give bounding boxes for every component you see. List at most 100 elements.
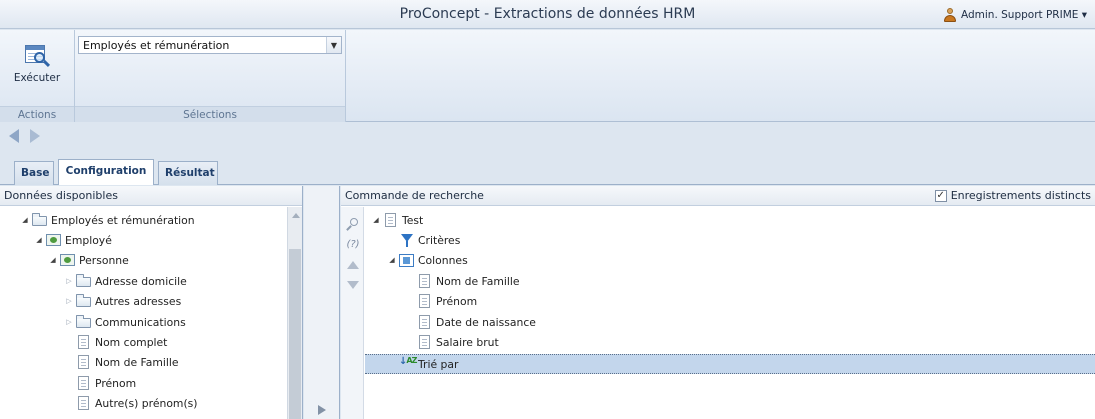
query-tree-label: Colonnes — [418, 253, 468, 267]
available-data-header: Données disponibles — [0, 186, 302, 206]
ribbon-group-selections: Employés et rémunération ▼ Sélections — [75, 30, 346, 122]
tree-item[interactable]: ▷ Communications — [64, 312, 186, 332]
tree-item-label: Adresse domicile — [95, 274, 187, 288]
transfer-strip — [304, 186, 340, 419]
tree-item-label: Prénom — [95, 376, 137, 390]
user-menu[interactable]: Admin. Support PRIME ▾ — [943, 8, 1087, 22]
expand-toggle-icon[interactable]: ◢ — [387, 256, 397, 264]
tree-item-label: Communications — [95, 315, 186, 329]
entity-icon — [60, 253, 76, 267]
actions-group-label: Actions — [0, 106, 74, 122]
tree-item[interactable]: Autre(s) prénom(s) — [74, 393, 198, 413]
tree-item[interactable]: ▷ Adresse domicile — [64, 271, 187, 291]
columns-icon — [399, 253, 415, 267]
forward-arrow-icon[interactable] — [30, 129, 44, 143]
tab-strip: Base Configuration Résultat — [0, 159, 1095, 185]
query-tree-item[interactable]: ◢ Test — [371, 210, 423, 230]
tree-item-label: Employé — [65, 233, 112, 247]
add-to-query-arrow-icon[interactable] — [318, 405, 326, 415]
help-icon[interactable]: (?) — [345, 237, 361, 253]
query-tree-label: Critères — [418, 233, 461, 247]
user-icon — [943, 8, 957, 22]
scrollbar-thumb[interactable] — [289, 249, 301, 419]
tree-item[interactable]: ◢ Employé — [34, 230, 112, 250]
tree-item[interactable]: Nom complet — [74, 332, 167, 352]
available-data-panel: Données disponibles ◢ Employés et rémuné… — [0, 186, 303, 419]
document-icon — [417, 315, 433, 329]
tree-item[interactable]: ◢ Personne — [48, 250, 129, 270]
tree-item-label: Nom complet — [95, 335, 168, 349]
folder-icon — [76, 294, 92, 308]
tree-item-label: Personne — [79, 253, 129, 267]
query-tree-item[interactable]: Nom de Famille — [415, 271, 520, 291]
expand-toggle-icon[interactable]: ◢ — [371, 216, 381, 224]
query-tree-item[interactable]: Date de naissance — [415, 312, 536, 332]
move-down-icon[interactable] — [345, 277, 361, 293]
tree-item-label: Nom de Famille — [95, 355, 179, 369]
tree-item-label: Employés et rémunération — [51, 213, 195, 227]
sort-icon: ↓AZ — [399, 356, 417, 367]
tab-configuration[interactable]: Configuration — [58, 159, 154, 185]
query-tree-item[interactable]: Critères — [397, 230, 460, 250]
query-tree-item[interactable]: Salaire brut — [415, 332, 499, 352]
back-arrow-icon[interactable] — [9, 129, 23, 143]
checkbox-icon[interactable]: ✓ — [934, 189, 947, 202]
window-title: ProConcept - Extractions de données HRM — [399, 6, 696, 22]
navigation-bar — [0, 123, 1095, 151]
execute-button[interactable]: Exécuter — [4, 36, 70, 98]
scroll-up-icon[interactable] — [292, 213, 300, 218]
execute-icon — [21, 42, 53, 70]
tree-item-label: Autres adresses — [95, 294, 182, 308]
selected-row-highlight — [365, 354, 1095, 374]
document-icon — [417, 294, 433, 308]
find-icon[interactable] — [345, 217, 361, 233]
document-icon — [76, 335, 92, 349]
expand-toggle-icon[interactable]: ▷ — [64, 277, 74, 285]
expand-toggle-icon[interactable]: ◢ — [20, 216, 30, 224]
selection-dropdown[interactable]: Employés et rémunération ▼ — [78, 36, 342, 54]
ribbon: Exécuter Actions Employés et rémunératio… — [0, 30, 1095, 122]
chevron-down-icon[interactable]: ▼ — [326, 37, 341, 53]
query-icon — [383, 213, 399, 227]
query-tree-item[interactable]: ◢ Colonnes — [387, 250, 468, 270]
tree-item[interactable]: ▷ Autres adresses — [64, 291, 181, 311]
selections-group-label: Sélections — [75, 106, 345, 122]
distinct-records-checkbox[interactable]: ✓ Enregistrements distincts — [934, 189, 1091, 202]
ribbon-group-actions: Exécuter Actions — [0, 30, 75, 122]
query-tree-item[interactable]: ↓AZ Trié par — [397, 354, 458, 374]
tab-resultat[interactable]: Résultat — [158, 161, 218, 185]
title-bar: ProConcept - Extractions de données HRM … — [0, 0, 1095, 29]
move-up-icon[interactable] — [345, 257, 361, 273]
expand-toggle-icon[interactable]: ▷ — [64, 297, 74, 305]
document-icon — [417, 335, 433, 349]
execute-label: Exécuter — [13, 72, 61, 84]
folder-icon — [32, 213, 48, 227]
expand-toggle-icon[interactable]: ◢ — [48, 256, 58, 264]
expand-toggle-icon[interactable]: ▷ — [64, 318, 74, 326]
tab-base[interactable]: Base — [14, 161, 54, 185]
filter-icon — [399, 233, 415, 247]
query-tree-item[interactable]: Prénom — [415, 291, 477, 311]
folder-icon — [76, 315, 92, 329]
query-tree-label: Nom de Famille — [436, 274, 520, 288]
query-toolbar: (?) — [341, 207, 364, 419]
search-command-title: Commande de recherche — [345, 189, 484, 202]
user-name: Admin. Support PRIME ▾ — [960, 9, 1087, 21]
tree-item-label: Autre(s) prénom(s) — [95, 396, 198, 410]
expand-toggle-icon[interactable]: ◢ — [34, 236, 44, 244]
tree-item[interactable]: Prénom — [74, 373, 136, 393]
query-tree-label: Date de naissance — [436, 315, 536, 329]
document-icon — [76, 396, 92, 410]
document-icon — [417, 274, 433, 288]
distinct-records-label: Enregistrements distincts — [950, 189, 1091, 202]
query-tree-label: Prénom — [436, 294, 478, 308]
tree-item[interactable]: ◢ Employés et rémunération — [20, 210, 195, 230]
query-tree-label: Test — [402, 213, 424, 227]
vertical-scrollbar[interactable] — [287, 207, 302, 419]
folder-icon — [76, 274, 92, 288]
search-command-panel: Commande de recherche ✓ Enregistrements … — [341, 186, 1095, 419]
tree-item[interactable]: Nom de Famille — [74, 352, 179, 372]
query-tree-label: Salaire brut — [436, 335, 499, 349]
document-icon — [76, 355, 92, 369]
selection-value: Employés et rémunération — [83, 38, 230, 52]
